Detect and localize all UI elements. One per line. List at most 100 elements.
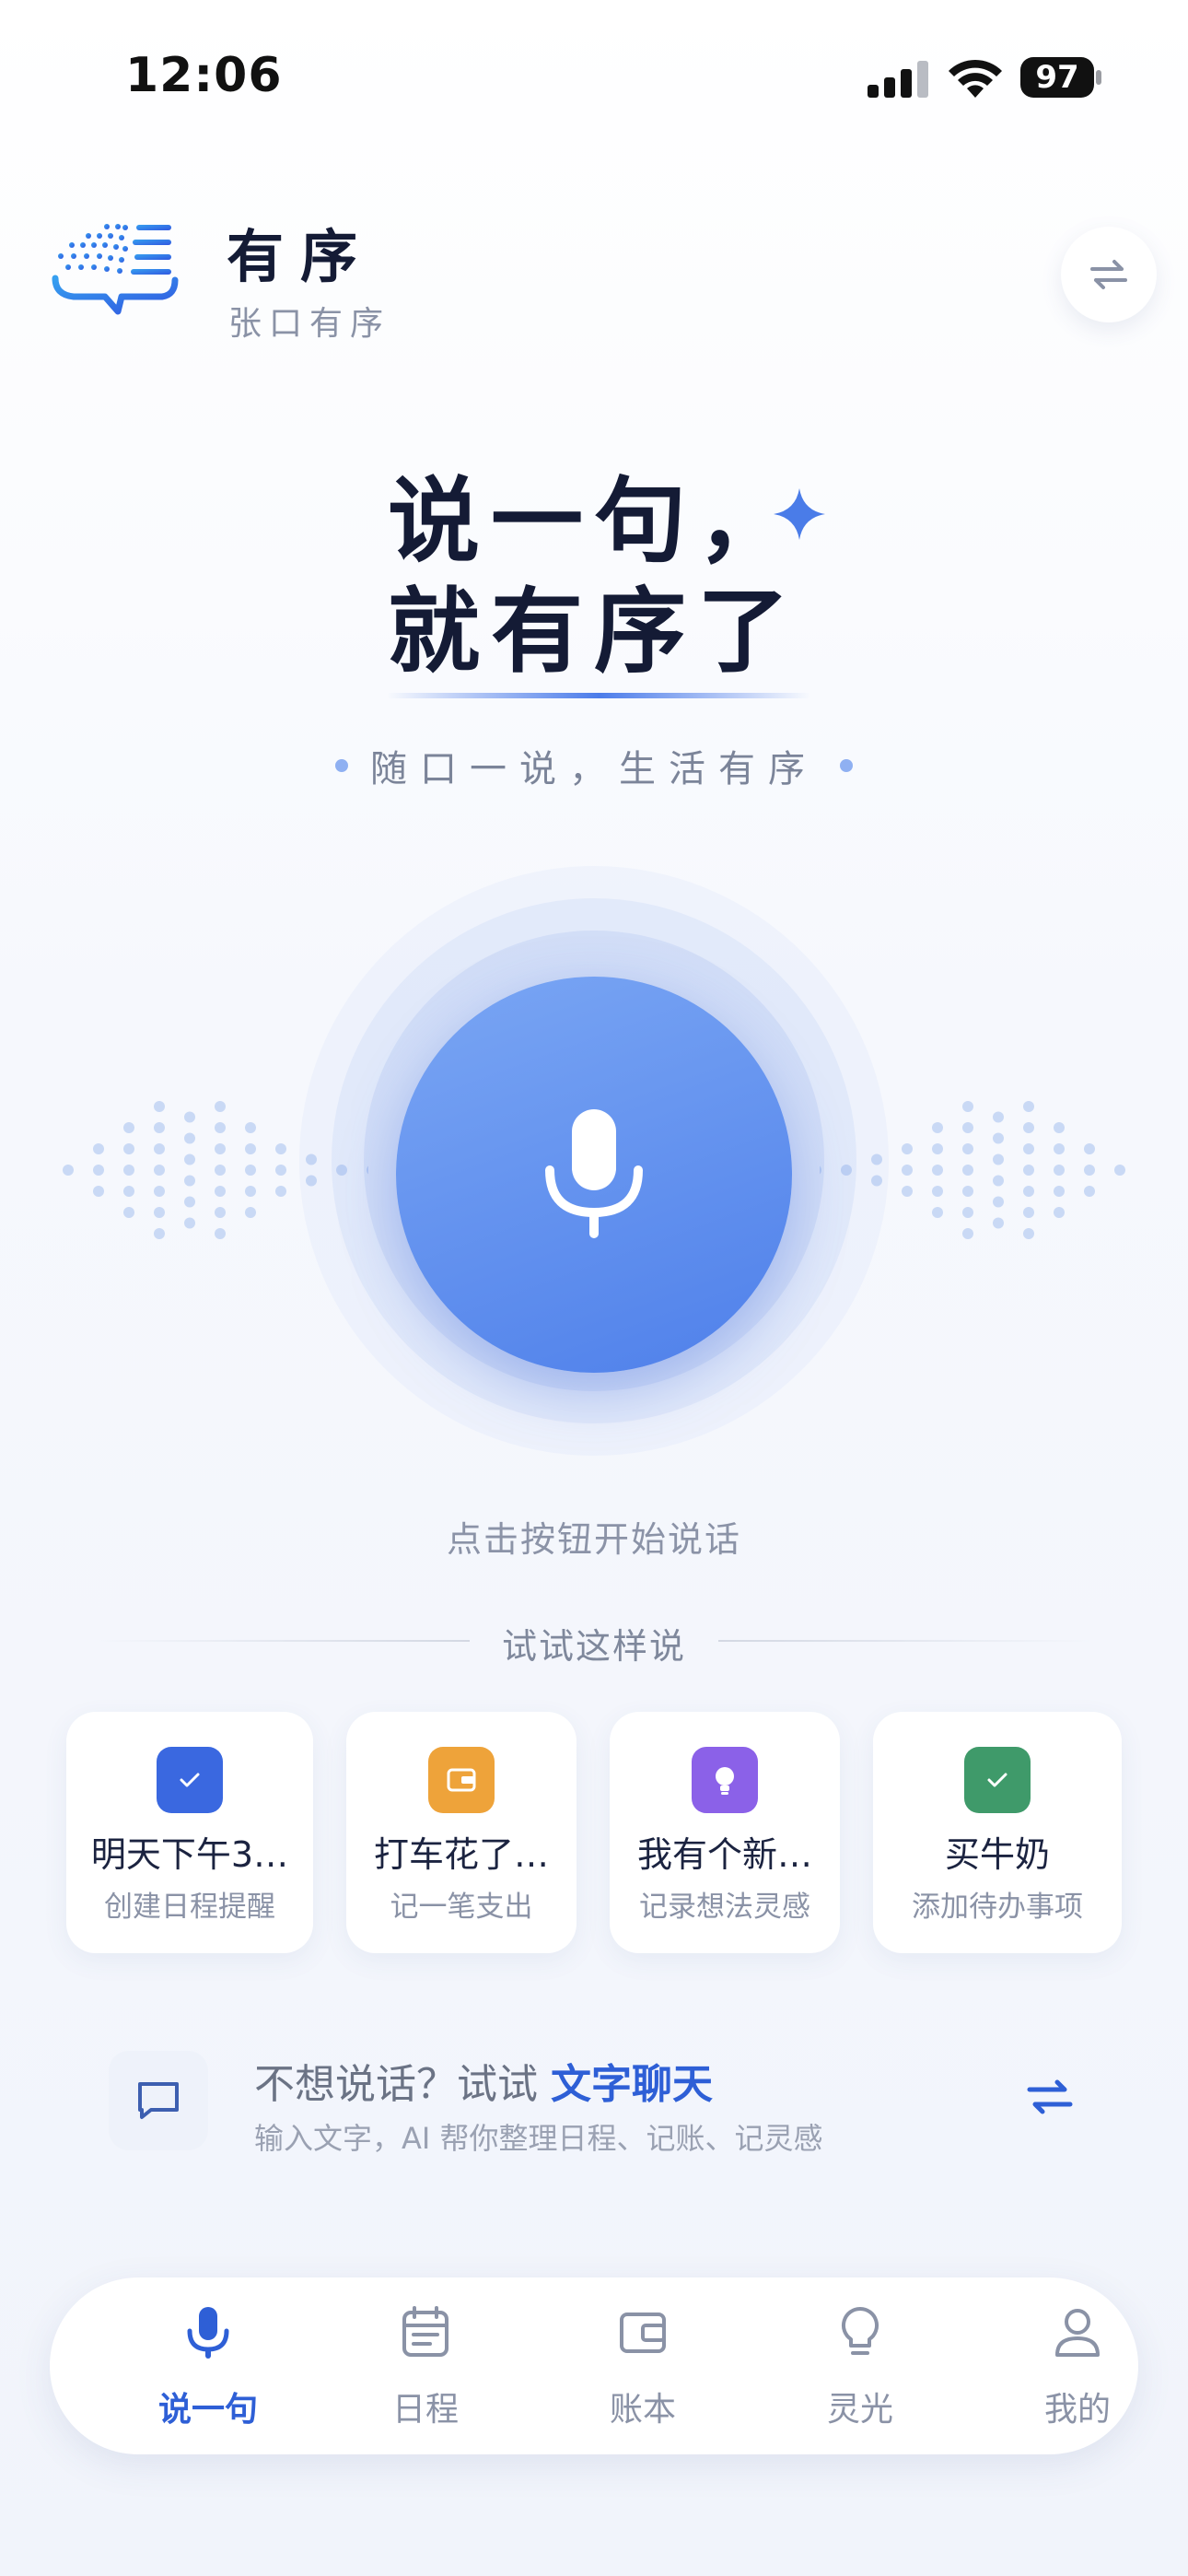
- wave-dot: [1084, 1165, 1095, 1176]
- wave-dot: [154, 1143, 165, 1154]
- wave-dot: [962, 1228, 973, 1239]
- wave-dot: [275, 1186, 286, 1197]
- wallet-icon: [428, 1747, 495, 1813]
- wave-dot: [932, 1207, 943, 1218]
- suggestion-card-expense[interactable]: 打车花了… 记一笔支出: [346, 1712, 577, 1953]
- wave-dot: [123, 1122, 134, 1133]
- suggestion-subtitle: 创建日程提醒: [104, 1891, 275, 1924]
- wave-dot: [184, 1175, 195, 1187]
- wave-dot: [993, 1196, 1004, 1208]
- wave-dot: [184, 1111, 195, 1123]
- wave-dot: [1023, 1122, 1034, 1133]
- battery-level: 97: [1035, 59, 1079, 96]
- suggestions-title: 试试这样说: [501, 1626, 686, 1667]
- tab-label: 灵光: [826, 2391, 893, 2429]
- calendar-icon: [402, 2306, 448, 2357]
- suggestion-title: 买牛奶: [944, 1834, 1050, 1875]
- app-subtitle: 张口有序: [228, 305, 391, 343]
- suggestion-card-todo[interactable]: 买牛奶 添加待办事项: [873, 1712, 1122, 1953]
- tab-label: 我的: [1043, 2391, 1111, 2429]
- suggestion-title: 明天下午3…: [90, 1834, 289, 1875]
- wave-dot: [1054, 1186, 1065, 1197]
- text-chat-prompt[interactable]: 不想说话？试试 文字聊天: [254, 2051, 713, 2110]
- tab-speak[interactable]: 说一句: [116, 2277, 300, 2454]
- wave-dot: [932, 1122, 943, 1133]
- wave-dot: [215, 1165, 226, 1176]
- wave-dot: [93, 1143, 104, 1154]
- wave-dot: [962, 1165, 973, 1176]
- suggestion-card-idea[interactable]: 我有个新… 记录想法灵感: [610, 1712, 840, 1953]
- tagline: 随口一说，生活有序: [370, 748, 818, 790]
- text-chat-link[interactable]: 文字聊天: [551, 2061, 713, 2108]
- wave-dot: [184, 1153, 195, 1165]
- wave-dot: [123, 1186, 134, 1197]
- wave-dot: [154, 1122, 165, 1133]
- check-icon: [964, 1747, 1031, 1813]
- swap-icon[interactable]: [1022, 2077, 1077, 2117]
- wave-dot: [123, 1207, 134, 1218]
- wave-dot: [993, 1153, 1004, 1165]
- wallet-icon: [620, 2313, 666, 2353]
- tagline-dot-right: [840, 759, 853, 772]
- check-icon: [157, 1747, 223, 1813]
- wifi-icon: [949, 59, 1002, 98]
- wave-dot: [123, 1143, 134, 1154]
- wave-dot: [215, 1101, 226, 1112]
- wave-dot: [1054, 1143, 1065, 1154]
- cellular-signal-icon: [868, 61, 928, 98]
- user-icon: [1055, 2309, 1100, 2357]
- wave-dot: [154, 1101, 165, 1112]
- wave-dot: [1023, 1186, 1034, 1197]
- wave-dot: [123, 1165, 134, 1176]
- wave-dot: [962, 1207, 973, 1218]
- tab-schedule[interactable]: 日程: [333, 2277, 518, 2454]
- tab-label: 日程: [391, 2391, 459, 2429]
- wave-dot: [93, 1165, 104, 1176]
- tab-profile[interactable]: 我的: [985, 2277, 1170, 2454]
- swap-icon: [1090, 260, 1127, 289]
- tab-ledger[interactable]: 账本: [551, 2277, 735, 2454]
- wave-dot: [154, 1228, 165, 1239]
- status-time: 12:06: [125, 48, 283, 103]
- wave-dot: [993, 1217, 1004, 1229]
- wave-dot: [245, 1186, 256, 1197]
- wave-dot: [932, 1165, 943, 1176]
- divider-right: [718, 1640, 1096, 1642]
- wave-dot: [154, 1165, 165, 1176]
- wave-dot: [932, 1186, 943, 1197]
- chat-icon-box[interactable]: [109, 2051, 208, 2150]
- record-mic-button[interactable]: [396, 977, 792, 1373]
- wave-dot: [962, 1122, 973, 1133]
- wave-dot: [1023, 1165, 1034, 1176]
- tab-label: 说一句: [157, 2391, 258, 2429]
- mic-hint: 点击按钮开始说话: [446, 1519, 741, 1560]
- wave-dot: [275, 1143, 286, 1154]
- hero-title-line2: 就有序了: [388, 578, 800, 685]
- switch-mode-button[interactable]: [1061, 227, 1157, 322]
- wave-dot: [962, 1101, 973, 1112]
- wave-dot: [275, 1165, 286, 1176]
- wave-dot: [215, 1207, 226, 1218]
- wave-dot: [245, 1122, 256, 1133]
- wave-dot: [215, 1186, 226, 1197]
- wave-dot: [93, 1186, 104, 1197]
- text-chat-prompt-text: 不想说话？试试: [254, 2061, 538, 2108]
- suggestion-title: 我有个新…: [636, 1834, 812, 1875]
- wave-dot: [1023, 1101, 1034, 1112]
- mic-icon: [545, 1109, 643, 1238]
- bulb-icon: [841, 2306, 879, 2355]
- suggestion-card-schedule[interactable]: 明天下午3… 创建日程提醒: [66, 1712, 313, 1953]
- wave-dot: [1054, 1122, 1065, 1133]
- suggestion-title: 打车花了…: [373, 1834, 549, 1875]
- wave-dot: [902, 1165, 913, 1176]
- wave-dot: [1023, 1228, 1034, 1239]
- wave-dot: [902, 1186, 913, 1197]
- wave-dot: [902, 1143, 913, 1154]
- mic-icon: [187, 2307, 229, 2359]
- wave-dot: [154, 1207, 165, 1218]
- tab-inspiration[interactable]: 灵光: [768, 2277, 952, 2454]
- suggestion-subtitle: 记录想法灵感: [639, 1891, 810, 1924]
- wave-dot: [993, 1175, 1004, 1187]
- wave-dot: [1054, 1165, 1065, 1176]
- wave-dot: [245, 1207, 256, 1218]
